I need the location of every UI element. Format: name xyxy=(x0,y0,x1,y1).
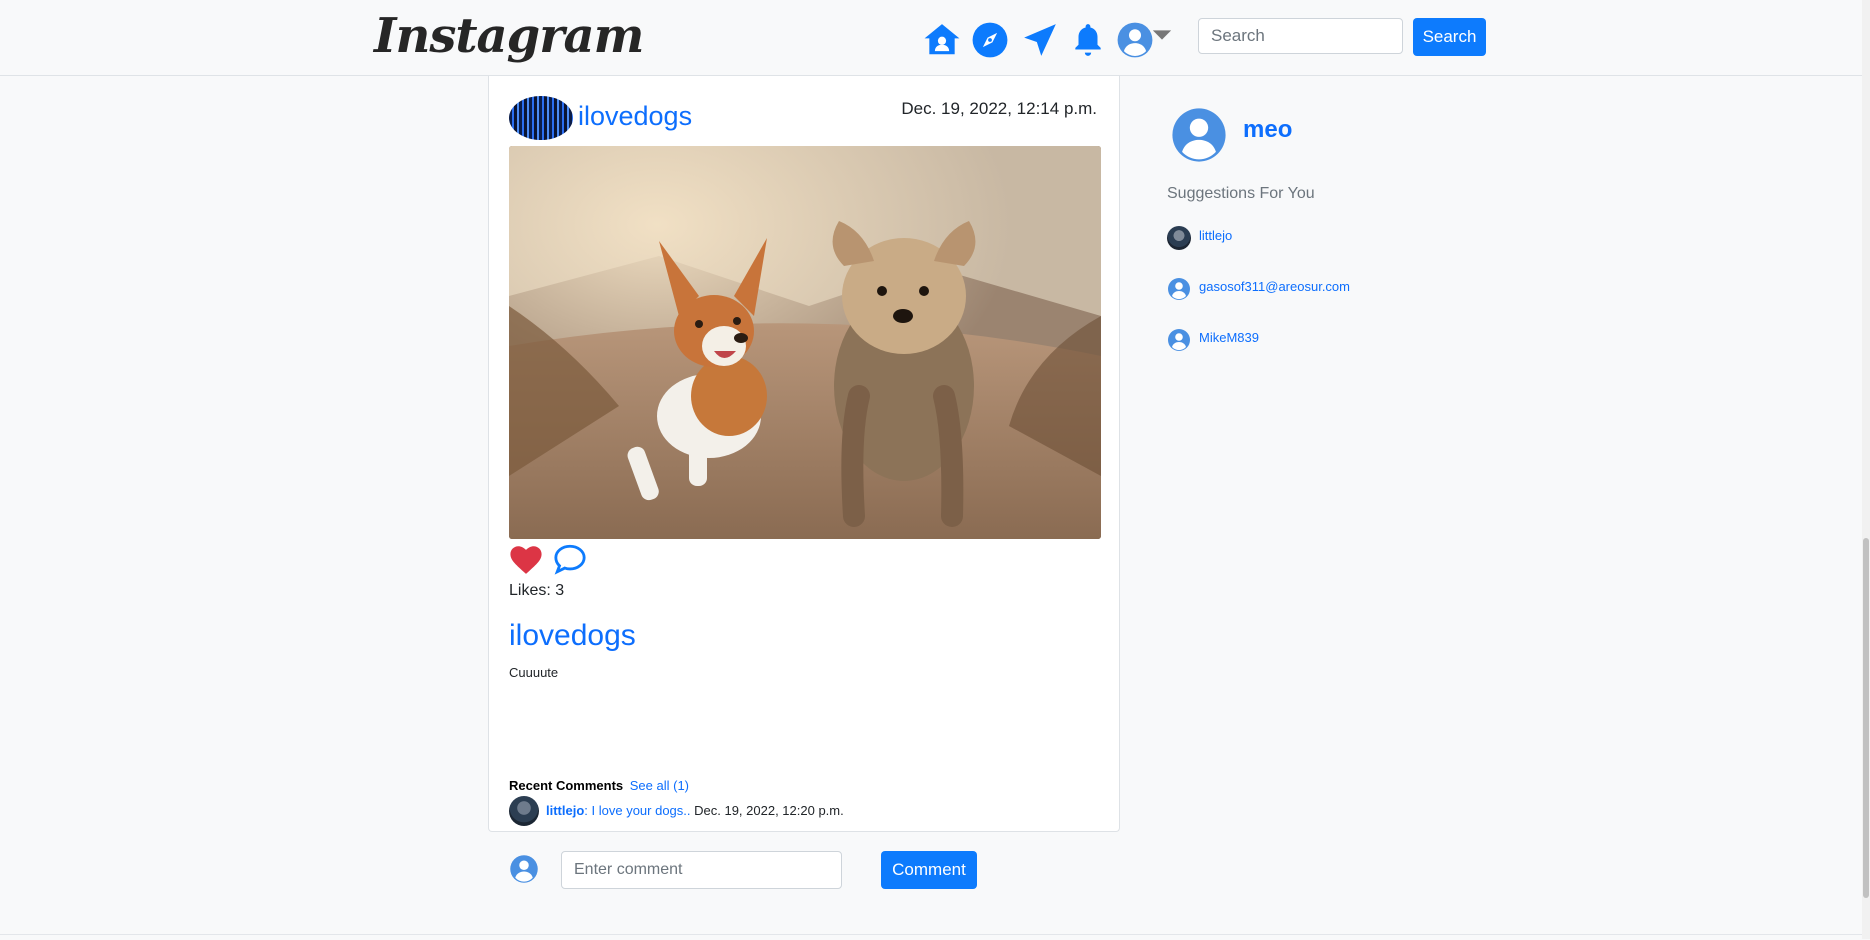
comment-text: littlejo: I love your dogs.. Dec. 19, 20… xyxy=(546,796,844,826)
comment-input[interactable] xyxy=(561,851,842,889)
suggestion-username-link[interactable]: MikeM839 xyxy=(1199,326,1259,350)
post-card: ilovedogs Dec. 19, 2022, 12:14 p.m. Like… xyxy=(488,76,1120,889)
suggestion-avatar-icon[interactable] xyxy=(1167,277,1191,301)
suggestion-username-link[interactable]: gasosof311@areosur.com xyxy=(1199,275,1350,299)
suggestions-header: Suggestions For You xyxy=(1167,185,1315,202)
page-scrollbar[interactable] xyxy=(1862,0,1870,939)
sidebar-profile-avatar-icon[interactable] xyxy=(1170,106,1228,164)
search-button[interactable]: Search xyxy=(1413,18,1486,56)
post-title-link[interactable]: ilovedogs xyxy=(509,616,636,656)
post-date: Dec. 19, 2022, 12:14 p.m. xyxy=(901,99,1097,118)
recent-comments-header: Recent Comments See all (1) xyxy=(509,778,689,794)
brand-logo[interactable]: Instagram xyxy=(374,6,644,66)
profile-icon[interactable] xyxy=(1115,20,1155,60)
sidebar-username-link[interactable]: meo xyxy=(1243,112,1292,148)
suggestion-avatar-icon[interactable] xyxy=(1167,328,1191,352)
likes-count: Likes: 3 xyxy=(509,582,565,599)
commenter-username-link[interactable]: littlejo xyxy=(546,803,584,818)
recent-comments-label: Recent Comments xyxy=(509,778,624,793)
home-icon[interactable] xyxy=(922,20,962,60)
comment-body: : I love your dogs.. xyxy=(584,803,691,818)
see-all-comments-link[interactable]: See all (1) xyxy=(630,778,689,793)
like-heart-icon[interactable] xyxy=(509,543,545,577)
top-navbar: Instagram Search xyxy=(0,0,1862,76)
suggestion-username-link[interactable]: littlejo xyxy=(1199,224,1232,248)
scrollbar-thumb[interactable] xyxy=(1863,538,1869,898)
post-author-link[interactable]: ilovedogs xyxy=(578,96,692,136)
current-user-avatar-icon xyxy=(509,854,539,884)
post-author-avatar[interactable] xyxy=(509,96,573,140)
notifications-bell-icon[interactable] xyxy=(1068,20,1108,60)
post-image[interactable] xyxy=(509,146,1101,539)
page-bottom-edge xyxy=(0,934,1862,940)
post-caption: Cuuuute xyxy=(509,665,559,680)
suggestion-avatar[interactable] xyxy=(1167,226,1191,250)
comment-date: Dec. 19, 2022, 12:20 p.m. xyxy=(690,803,844,818)
commenter-avatar[interactable] xyxy=(509,796,539,826)
comment-bubble-icon[interactable] xyxy=(553,543,589,577)
search-input[interactable] xyxy=(1198,18,1403,54)
direct-message-icon[interactable] xyxy=(1020,20,1060,60)
explore-icon[interactable] xyxy=(970,20,1010,60)
comment-submit-button[interactable]: Comment xyxy=(881,851,977,889)
chevron-down-icon[interactable] xyxy=(1150,20,1174,60)
